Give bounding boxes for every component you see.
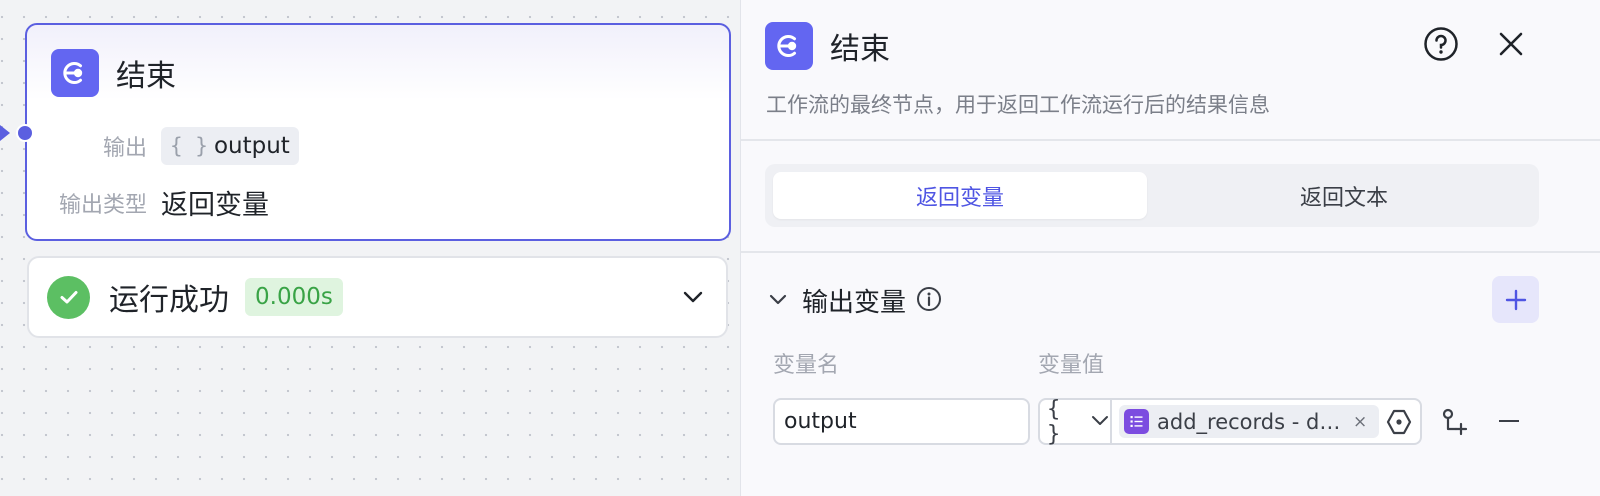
output-var-name: output	[213, 133, 290, 159]
plus-icon	[1505, 289, 1526, 310]
object-type-icon: { }	[1047, 396, 1061, 447]
node-type-row: 输出类型 返回变量	[27, 183, 269, 222]
column-variable-name: 变量名	[773, 353, 840, 378]
output-var-chip: { } output	[161, 127, 299, 165]
panel-header: 结束	[765, 22, 890, 70]
node-settings-panel: 结束 工作流的最终节点，用于返回工作流运行后的结果信息 返回变量 返回文本 输出…	[740, 0, 1600, 496]
end-node-icon	[765, 22, 813, 70]
variable-picker-icon[interactable]	[1385, 408, 1413, 440]
variable-type-select[interactable]: { }	[1040, 397, 1112, 447]
run-status-text: 运行成功	[109, 283, 229, 318]
table-icon	[1124, 409, 1149, 434]
input-handle-arrow	[0, 125, 10, 141]
chevron-down-icon[interactable]	[767, 288, 789, 314]
return-mode-switch: 返回变量 返回文本	[765, 164, 1539, 227]
node-output-row: 输出 { } output	[27, 127, 299, 165]
add-variable-button[interactable]	[1492, 276, 1539, 323]
remove-variable-button[interactable]	[1499, 420, 1519, 422]
variable-value-field: { } add_records - data ×	[1038, 397, 1422, 447]
remove-reference-icon[interactable]: ×	[1353, 412, 1367, 432]
output-type-label: 输出类型	[58, 192, 147, 218]
help-icon[interactable]	[1422, 25, 1460, 67]
end-node-card[interactable]: 结束 输出 { } output 输出类型 返回变量	[0, 23, 731, 241]
output-type-value: 返回变量	[161, 190, 269, 221]
panel-description: 工作流的最终节点，用于返回工作流运行后的结果信息	[766, 93, 1270, 117]
column-variable-value: 变量值	[1038, 353, 1105, 378]
divider	[741, 251, 1600, 253]
close-icon[interactable]	[1496, 29, 1526, 63]
panel-title: 结束	[830, 32, 890, 67]
tab-return-text[interactable]: 返回文本	[1157, 172, 1531, 219]
output-variables-header[interactable]: 输出变量	[767, 282, 942, 319]
tab-return-variables[interactable]: 返回变量	[773, 172, 1147, 219]
output-label: 输出	[102, 136, 147, 161]
variable-name-input[interactable]	[773, 398, 1030, 445]
chevron-down-icon[interactable]	[680, 284, 706, 314]
node-title: 结束	[116, 59, 176, 94]
run-status-bar[interactable]: 运行成功 0.000s	[27, 256, 728, 338]
chevron-down-icon	[1090, 410, 1110, 434]
info-icon[interactable]	[916, 286, 942, 316]
variable-reference-chip[interactable]: add_records - data ×	[1119, 405, 1379, 438]
end-node-icon	[51, 49, 99, 97]
variable-reference-text: add_records - data	[1157, 409, 1349, 434]
node-header: 结束	[51, 49, 176, 97]
run-duration-badge: 0.000s	[245, 278, 343, 316]
object-type-icon: { }	[170, 134, 208, 158]
section-title: 输出变量	[802, 288, 907, 318]
divider	[741, 139, 1600, 141]
reference-variable-icon[interactable]	[1439, 407, 1469, 441]
success-check-icon	[47, 275, 90, 319]
